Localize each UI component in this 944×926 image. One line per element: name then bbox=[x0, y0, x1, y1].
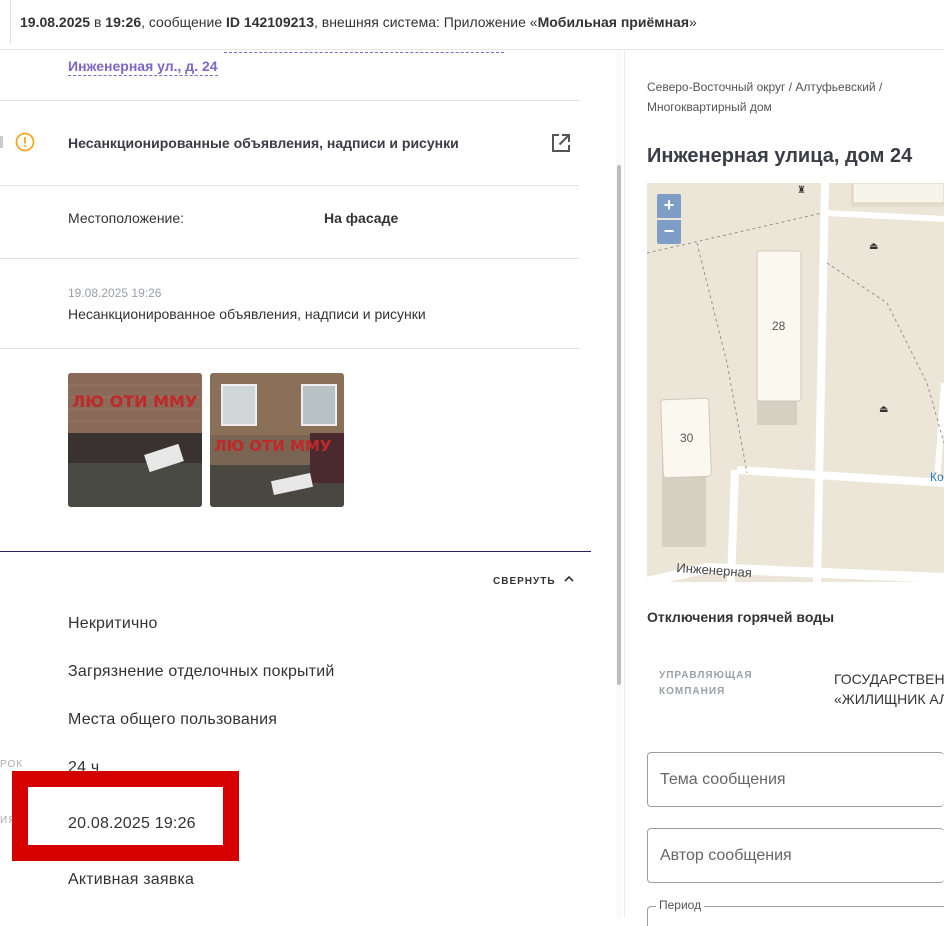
mgmt-value-line-1: ГОСУДАРСТВЕНН bbox=[834, 671, 944, 687]
category-title: Несанкционированные объявления, надписи … bbox=[68, 135, 459, 151]
close-quote: » bbox=[689, 14, 697, 30]
chevron-up-icon bbox=[564, 570, 574, 588]
photo-thumbnail[interactable]: ЛЮ ОТИ ММУ bbox=[210, 373, 344, 507]
author-placeholder: Автор сообщения bbox=[660, 847, 792, 864]
map[interactable]: ♜ ⏏ ⏏ + − 28 30 Инженерная Ко bbox=[647, 183, 944, 582]
building-number-28: 28 bbox=[772, 319, 786, 333]
pane-divider bbox=[624, 50, 625, 918]
subject-placeholder: Тема сообщения bbox=[660, 771, 786, 788]
mgmt-label-line-1: УПРАВЛЯЮЩАЯ bbox=[659, 670, 753, 681]
detail-place: Места общего пользования bbox=[68, 711, 278, 728]
breadcrumb-line-1: Северо-Восточный округ / Алтуфьевский / bbox=[647, 80, 883, 94]
message-header-text: 19.08.2025 в 19:26, сообщение ID 1421092… bbox=[20, 14, 697, 30]
detail-status: Активная заявка bbox=[68, 871, 195, 888]
message-id: ID 142109213 bbox=[226, 14, 314, 30]
building-number-30: 30 bbox=[680, 431, 694, 445]
comment-text: Несанкционированное объявления, надписи … bbox=[68, 306, 426, 322]
zoom-in-button[interactable]: + bbox=[657, 194, 681, 218]
comment-time: 19.08.2025 19:26 bbox=[68, 286, 162, 300]
author-field[interactable]: Автор сообщения bbox=[647, 828, 944, 883]
location-label: Местоположение: bbox=[68, 210, 185, 226]
message-time: 19:26 bbox=[105, 14, 142, 30]
open-external-icon[interactable] bbox=[550, 132, 572, 154]
detail-problem: Загрязнение отделочных покрытий bbox=[68, 663, 335, 680]
scrollbar-thumb[interactable] bbox=[617, 165, 621, 685]
app-name: Мобильная приёмная bbox=[537, 14, 690, 30]
subject-field[interactable]: Тема сообщения bbox=[647, 752, 944, 807]
in-word: в bbox=[93, 14, 102, 30]
photo-graffiti: ЛЮ ОТИ ММУ bbox=[214, 437, 332, 455]
mgmt-value-line-2: «ЖИЛИЩНИК АЛ bbox=[834, 691, 944, 707]
collapse-button[interactable]: СВЕРНУТЬ bbox=[493, 570, 574, 589]
address-link[interactable]: Инженерная ул., д. 24 bbox=[68, 58, 218, 76]
svg-text:⏏: ⏏ bbox=[869, 241, 878, 252]
hot-water-title: Отключения горячей воды bbox=[647, 609, 835, 625]
mgmt-label-line-2: КОМПАНИЯ bbox=[659, 686, 726, 697]
system-text: , внешняя система: Приложение « bbox=[313, 14, 538, 30]
collapse-label: СВЕРНУТЬ bbox=[493, 576, 556, 587]
warning-icon bbox=[15, 132, 35, 152]
section-divider bbox=[0, 258, 579, 259]
map-edge-label: Ко bbox=[930, 470, 944, 484]
svg-text:⏏: ⏏ bbox=[879, 404, 888, 415]
section-divider bbox=[0, 100, 579, 101]
zoom-out-button[interactable]: − bbox=[657, 220, 681, 244]
photo-graffiti: ЛЮ ОТИ ММУ bbox=[72, 392, 197, 411]
detail-term-label: РОК bbox=[0, 759, 24, 770]
message-header-bar: 19.08.2025 в 19:26, сообщение ID 1421092… bbox=[0, 0, 944, 50]
breadcrumb-line-2: Многоквартирный дом bbox=[647, 100, 772, 114]
section-divider bbox=[0, 348, 579, 349]
period-label: Период bbox=[656, 898, 705, 912]
photo-thumbnail[interactable]: ЛЮ ОТИ ММУ bbox=[68, 373, 202, 507]
message-word: , сообщение bbox=[141, 14, 223, 30]
breadcrumb: Северо-Восточный округ / Алтуфьевский / … bbox=[647, 77, 882, 117]
svg-text:♜: ♜ bbox=[797, 185, 806, 196]
detail-criticality: Некритично bbox=[68, 615, 158, 632]
header-divider bbox=[10, 0, 11, 44]
details-separator bbox=[0, 551, 591, 552]
mgmt-company-value: ГОСУДАРСТВЕНН «ЖИЛИЩНИК АЛ bbox=[834, 669, 944, 709]
mgmt-company-label: УПРАВЛЯЮЩАЯ КОМПАНИЯ bbox=[659, 668, 753, 700]
detail-deadline: 20.08.2025 19:26 bbox=[68, 815, 196, 832]
message-date: 19.08.2025 bbox=[20, 14, 91, 30]
section-divider bbox=[0, 185, 579, 186]
clipped-address-line bbox=[68, 50, 504, 54]
clipped-indicator bbox=[0, 136, 3, 148]
house-title: Инженерная улица, дом 24 bbox=[647, 145, 913, 167]
location-value: На фасаде bbox=[324, 210, 399, 226]
